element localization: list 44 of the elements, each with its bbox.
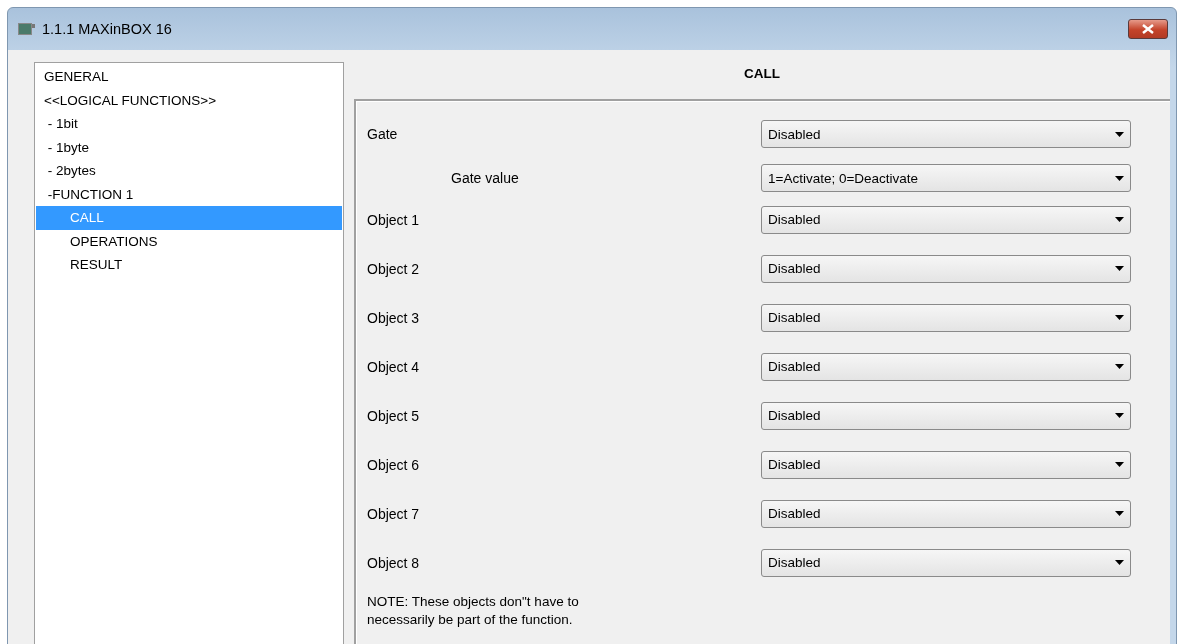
field-label: Object 1	[367, 211, 421, 228]
field-label: Object 2	[367, 260, 421, 277]
field-label: Object 4	[367, 358, 421, 375]
tree-item[interactable]: - 1bit	[36, 112, 342, 136]
panel-title: CALL	[743, 65, 781, 83]
field-label: Object 6	[367, 456, 421, 473]
tree-item[interactable]: - 1byte	[36, 135, 342, 159]
dropdown-arrow-icon	[1115, 315, 1124, 320]
dropdown[interactable]: Disabled	[761, 450, 1131, 479]
field-label: Object 5	[367, 407, 421, 424]
tree-item[interactable]: -FUNCTION 1	[36, 182, 342, 206]
dropdown-arrow-icon	[1115, 462, 1124, 467]
dropdown[interactable]: Disabled	[761, 205, 1131, 234]
dropdown-arrow-icon	[1115, 560, 1124, 565]
field-label: Object 8	[367, 554, 421, 571]
note-text: NOTE: These objects don"t have to necessarily be part of the function.	[367, 593, 580, 629]
tree-item[interactable]: GENERAL	[36, 65, 342, 89]
dropdown-arrow-icon	[1115, 131, 1124, 137]
dropdown-arrow-icon	[1115, 266, 1124, 271]
dropdown[interactable]: Disabled	[761, 120, 1131, 148]
dropdown[interactable]: Disabled	[761, 352, 1131, 381]
dropdown[interactable]: Disabled	[761, 254, 1131, 283]
dropdown[interactable]: Disabled	[761, 303, 1131, 332]
dropdown[interactable]: Disabled	[761, 401, 1131, 430]
dropdown-arrow-icon	[1115, 511, 1124, 516]
app-icon	[18, 23, 36, 35]
tree-item[interactable]: OPERATIONS	[36, 229, 342, 253]
close-icon	[1141, 24, 1155, 34]
tree-item[interactable]: <<LOGICAL FUNCTIONS>>	[36, 88, 342, 112]
dropdown-arrow-icon	[1115, 217, 1124, 222]
dropdown[interactable]: Disabled	[761, 548, 1131, 577]
field-label: Gate value	[450, 170, 520, 186]
dropdown-arrow-icon	[1115, 413, 1124, 418]
dropdown[interactable]: Disabled	[761, 499, 1131, 528]
dropdown[interactable]: 1=Activate; 0=Deactivate	[761, 164, 1131, 192]
field-label: Gate	[367, 126, 399, 142]
tree-item[interactable]: RESULT	[36, 253, 342, 277]
close-button[interactable]	[1128, 19, 1168, 39]
dropdown-arrow-icon	[1115, 175, 1124, 181]
window-title: 1.1.1 MAXinBOX 16	[42, 21, 173, 37]
field-label: Object 3	[367, 309, 421, 326]
tree-item[interactable]: - 2bytes	[36, 159, 342, 183]
dropdown-arrow-icon	[1115, 364, 1124, 369]
field-label: Object 7	[367, 505, 421, 522]
